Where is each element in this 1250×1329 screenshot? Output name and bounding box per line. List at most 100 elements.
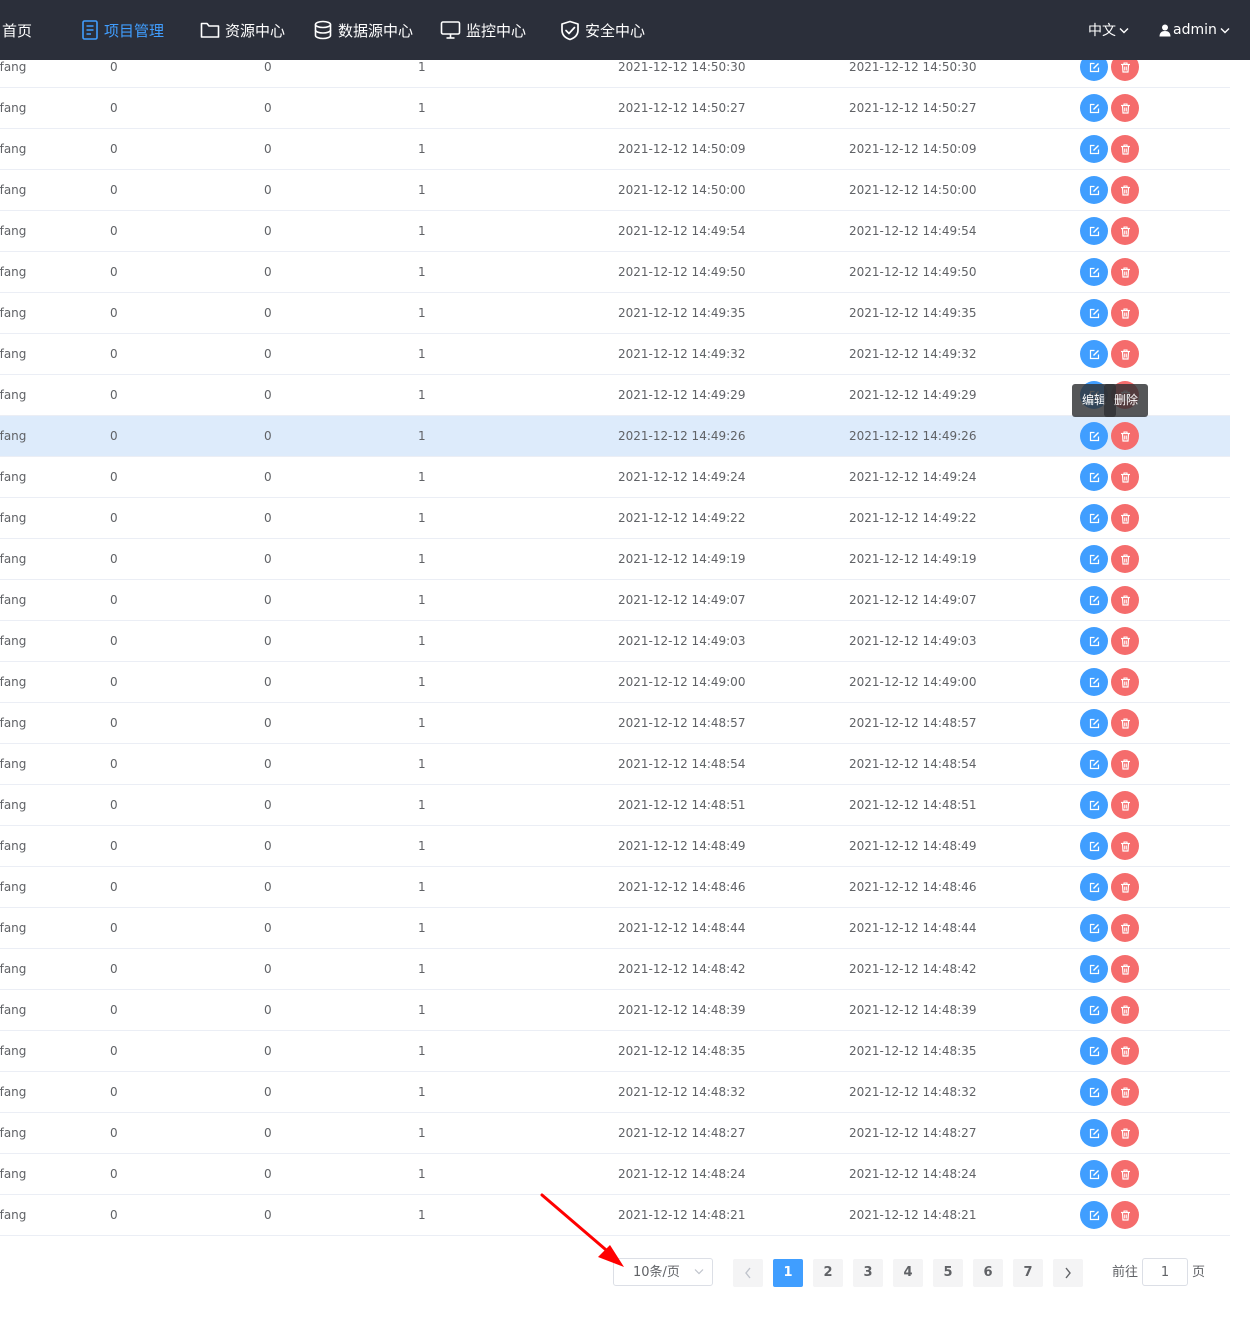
delete-button[interactable] (1111, 1119, 1139, 1147)
delete-button[interactable] (1111, 135, 1139, 163)
delete-button[interactable] (1111, 94, 1139, 122)
trash-icon (1120, 1209, 1130, 1221)
page-number-button[interactable]: 7 (1013, 1259, 1043, 1287)
edit-button[interactable] (1080, 340, 1108, 368)
edit-button[interactable] (1080, 422, 1108, 450)
delete-button[interactable] (1111, 545, 1139, 573)
nav-security-center[interactable]: 安全中心 (560, 0, 645, 60)
page-number-button[interactable]: 3 (853, 1259, 883, 1287)
edit-button[interactable] (1080, 914, 1108, 942)
delete-button[interactable] (1111, 1201, 1139, 1229)
update-time-cell: 2021-12-12 14:48:35 (849, 1044, 977, 1058)
count-a-cell: 0 (110, 306, 118, 320)
edit-icon (1089, 1210, 1099, 1220)
edit-button[interactable] (1080, 94, 1108, 122)
delete-button[interactable] (1111, 627, 1139, 655)
delete-button[interactable] (1111, 504, 1139, 532)
edit-icon (1089, 513, 1099, 523)
create-time-cell: 2021-12-12 14:48:27 (618, 1126, 746, 1140)
edit-button[interactable] (1080, 627, 1108, 655)
database-icon (314, 20, 332, 40)
delete-button[interactable] (1111, 258, 1139, 286)
delete-button[interactable] (1111, 340, 1139, 368)
nav-monitor-center[interactable]: 监控中心 (440, 0, 526, 60)
edit-button[interactable] (1080, 217, 1108, 245)
edit-button[interactable] (1080, 1119, 1108, 1147)
page-number-button[interactable]: 5 (933, 1259, 963, 1287)
edit-button[interactable] (1080, 1078, 1108, 1106)
count-b-cell: 0 (264, 142, 272, 156)
edit-button[interactable] (1080, 1160, 1108, 1188)
edit-button[interactable] (1080, 832, 1108, 860)
edit-button[interactable] (1080, 873, 1108, 901)
edit-icon (1089, 1169, 1099, 1179)
count-b-cell: 0 (264, 1085, 272, 1099)
update-time-cell: 2021-12-12 14:49:29 (849, 388, 977, 402)
delete-button[interactable] (1111, 832, 1139, 860)
delete-button[interactable] (1111, 955, 1139, 983)
delete-button[interactable] (1111, 791, 1139, 819)
delete-button[interactable] (1111, 299, 1139, 327)
project-name-cell: nfang (0, 634, 27, 648)
prev-page-button[interactable] (733, 1259, 763, 1287)
delete-button[interactable] (1111, 996, 1139, 1024)
edit-button[interactable] (1080, 545, 1108, 573)
edit-button[interactable] (1080, 955, 1108, 983)
delete-button[interactable] (1111, 914, 1139, 942)
delete-tooltip: 删除 (1104, 384, 1149, 417)
delete-button[interactable] (1111, 750, 1139, 778)
delete-button[interactable] (1111, 873, 1139, 901)
chevron-down-icon (1220, 27, 1230, 33)
edit-button[interactable] (1080, 299, 1108, 327)
edit-button[interactable] (1080, 176, 1108, 204)
edit-button[interactable] (1080, 1037, 1108, 1065)
edit-button[interactable] (1080, 1201, 1108, 1229)
table-row: nfang 0 0 1 2021-12-12 14:49:07 2021-12-12 14… (0, 580, 1230, 621)
count-a-cell: 0 (110, 1126, 118, 1140)
delete-button[interactable] (1111, 1078, 1139, 1106)
user-dropdown[interactable]: admin (1159, 0, 1235, 60)
delete-button[interactable] (1111, 217, 1139, 245)
delete-button[interactable] (1111, 586, 1139, 614)
update-time-cell: 2021-12-12 14:48:21 (849, 1208, 977, 1222)
edit-button[interactable] (1080, 709, 1108, 737)
project-name-cell: nfang (0, 552, 27, 566)
count-c-cell: 1 (418, 1167, 426, 1181)
page-number-button[interactable]: 4 (893, 1259, 923, 1287)
edit-button[interactable] (1080, 586, 1108, 614)
nav-home[interactable]: 首页 (2, 0, 32, 60)
count-a-cell: 0 (110, 716, 118, 730)
count-a-cell: 0 (110, 1085, 118, 1099)
delete-button[interactable] (1111, 1160, 1139, 1188)
jump-page-input[interactable] (1142, 1258, 1188, 1286)
delete-button[interactable] (1111, 422, 1139, 450)
document-list-icon (82, 20, 98, 40)
edit-icon (1089, 677, 1099, 687)
edit-button[interactable] (1080, 463, 1108, 491)
page-number-button[interactable]: 6 (973, 1259, 1003, 1287)
next-page-button[interactable] (1053, 1259, 1083, 1287)
delete-button[interactable] (1111, 1037, 1139, 1065)
page-number-button[interactable]: 2 (813, 1259, 843, 1287)
delete-button[interactable] (1111, 176, 1139, 204)
edit-button[interactable] (1080, 750, 1108, 778)
count-c-cell: 1 (418, 593, 426, 607)
folder-icon (200, 22, 220, 38)
nav-project-management[interactable]: 项目管理 (81, 0, 164, 60)
edit-button[interactable] (1080, 668, 1108, 696)
edit-button[interactable] (1080, 258, 1108, 286)
nav-datasource-center[interactable]: 数据源中心 (313, 0, 413, 60)
nav-resource-center[interactable]: 资源中心 (200, 0, 285, 60)
edit-button[interactable] (1080, 996, 1108, 1024)
count-a-cell: 0 (110, 880, 118, 894)
edit-button[interactable] (1080, 504, 1108, 532)
delete-button[interactable] (1111, 709, 1139, 737)
edit-button[interactable] (1080, 135, 1108, 163)
delete-button[interactable] (1111, 668, 1139, 696)
delete-button[interactable] (1111, 463, 1139, 491)
edit-button[interactable] (1080, 791, 1108, 819)
trash-icon (1120, 307, 1130, 319)
language-dropdown[interactable]: 中文 (1088, 0, 1134, 60)
page-number-button[interactable]: 1 (773, 1259, 803, 1287)
count-c-cell: 1 (418, 265, 426, 279)
